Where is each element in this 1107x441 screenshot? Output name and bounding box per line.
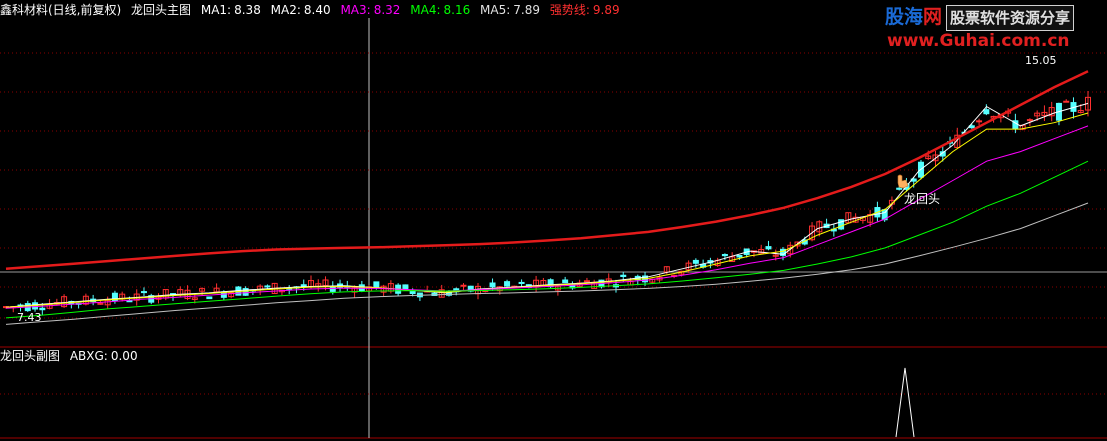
ma5-value: 7.89 bbox=[513, 3, 541, 17]
candle-body bbox=[620, 274, 627, 277]
candle-body bbox=[765, 246, 772, 250]
ma5-line bbox=[5, 202, 1089, 325]
trend-value: 9.89 bbox=[592, 3, 620, 17]
candle-body bbox=[976, 120, 983, 123]
watermark-logo: 股海网 股票软件资源分享 www.Guhai.com.cn bbox=[883, 5, 1105, 53]
stock-title: 鑫科材料(日线,前复权) bbox=[0, 3, 122, 17]
ma2-readout: MA2: 8.40 bbox=[271, 3, 331, 17]
ma1-label: MA1: bbox=[200, 3, 232, 17]
ma2-label: MA2: bbox=[270, 3, 301, 17]
low-price-label: 7.43 bbox=[17, 311, 42, 324]
candle-body bbox=[692, 259, 699, 264]
logo-name-part1: 股海 bbox=[885, 6, 924, 28]
candle-body bbox=[1026, 119, 1033, 122]
candle-body bbox=[1063, 100, 1070, 103]
ma5-readout: MA5: 7.89 bbox=[480, 3, 540, 17]
ma2-line bbox=[5, 112, 1089, 308]
chart-area[interactable]: 7.43 15.05 龙回头 鑫科材料(日线,前复权) 龙回头主图 MA1: 8.… bbox=[0, 0, 1107, 441]
logo-url: www.Guhai.com.cn bbox=[887, 31, 1070, 51]
ma4-label: MA4: bbox=[410, 3, 441, 17]
candle-body bbox=[562, 279, 569, 284]
grid-lines bbox=[0, 52, 1107, 395]
ma3-readout: MA3: 8.32 bbox=[340, 3, 400, 17]
trend-label: 强势线: bbox=[549, 3, 590, 17]
candle-body bbox=[736, 254, 743, 258]
logo-tagline: 股票软件资源分享 bbox=[946, 5, 1075, 31]
candle-body bbox=[983, 109, 990, 115]
sub-chart-header: 龙回头副图 ABXG: 0.00 bbox=[0, 349, 144, 363]
candle-body bbox=[264, 285, 271, 288]
signal-series bbox=[895, 367, 915, 438]
candle-body bbox=[896, 187, 903, 190]
dragon-return-annotation: 龙回头 bbox=[904, 192, 940, 206]
candle-body bbox=[402, 284, 409, 290]
ma2-value: 8.40 bbox=[303, 3, 331, 17]
candle-body bbox=[489, 282, 496, 288]
candle-body bbox=[460, 284, 467, 287]
candle-body bbox=[583, 280, 590, 283]
candle-body bbox=[721, 254, 728, 257]
ma1-value: 8.38 bbox=[234, 3, 261, 17]
candle-body bbox=[126, 300, 133, 303]
ma4-readout: MA4: 8.16 bbox=[410, 3, 470, 17]
indicator-title: 龙回头主图 bbox=[131, 3, 192, 17]
candle-body bbox=[504, 281, 511, 287]
main-chart-header: 鑫科材料(日线,前复权) 龙回头主图 MA1: 8.38 MA2: 8.40 MA3… bbox=[0, 2, 626, 18]
ma1-readout: MA1: 8.38 bbox=[201, 3, 261, 17]
kline-chart[interactable]: 7.43 15.05 龙回头 bbox=[0, 0, 1107, 441]
ma3-label: MA3: bbox=[340, 3, 371, 17]
candle-body bbox=[373, 281, 380, 288]
abxg-readout: ABXG: 0.00 bbox=[70, 349, 138, 363]
sub-chart-title: 龙回头副图 bbox=[0, 349, 61, 363]
candle-body bbox=[206, 296, 213, 300]
high-price-label: 15.05 bbox=[1025, 54, 1057, 67]
candle-body bbox=[140, 291, 147, 294]
abxg-signal-spike bbox=[895, 367, 915, 438]
ma4-value: 8.16 bbox=[443, 3, 471, 17]
ma5-label: MA5: bbox=[480, 3, 511, 17]
hand-pointer-icon bbox=[897, 174, 909, 189]
logo-name-part2: 网 bbox=[923, 6, 943, 28]
trend-readout: 强势线: 9.89 bbox=[550, 3, 620, 17]
abxg-value: 0.00 bbox=[110, 349, 138, 363]
candle-body bbox=[329, 286, 336, 292]
abxg-label: ABXG: bbox=[69, 349, 108, 363]
candle-body bbox=[39, 307, 46, 311]
ma3-value: 8.32 bbox=[373, 3, 401, 17]
candle-body bbox=[518, 281, 525, 284]
